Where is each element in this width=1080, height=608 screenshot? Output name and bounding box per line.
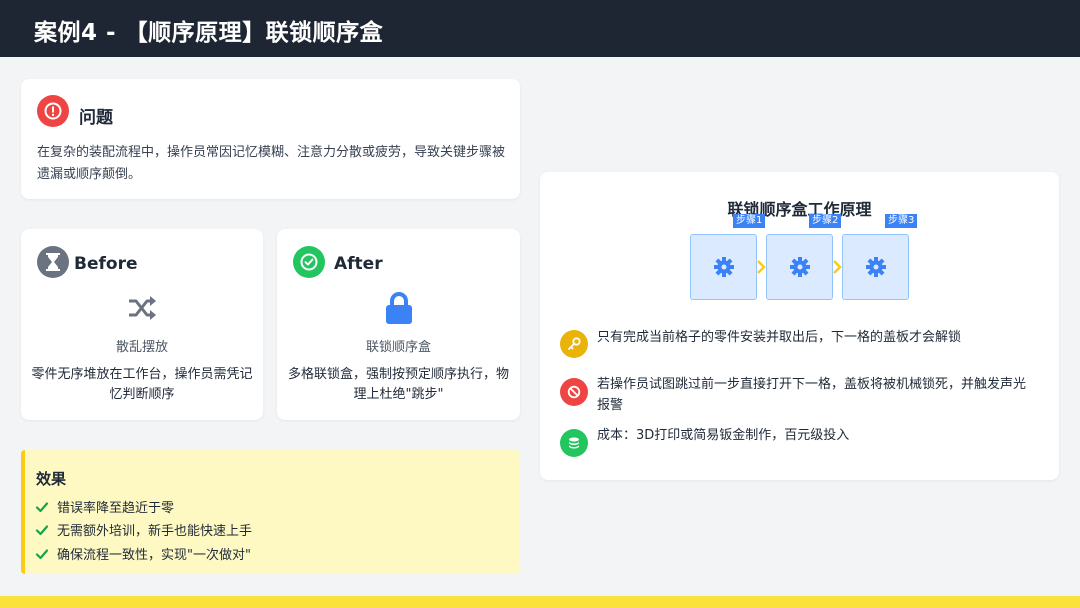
check-icon [35,501,49,512]
hourglass-icon [37,246,69,278]
before-card: Before 散乱摆放 零件无序堆放在工作台，操作员需凭记忆判断顺序 [21,229,263,420]
feature-text: 成本：3D打印或简易钣金制作，百元级投入 [597,428,850,443]
effect-item-text: 无需额外培训，新手也能快速上手 [57,524,253,539]
check-icon [35,524,49,535]
effect-title: 效果 [36,470,67,488]
step-compartment [842,234,909,300]
chevron-right-icon [833,260,842,274]
principle-title: 联锁顺序盒工作原理 [727,200,872,219]
problem-card: 问题 在复杂的装配流程中，操作员常因记忆模糊、注意力分散或疲劳，导致关键步骤被遗… [21,79,520,199]
after-card: After 联锁顺序盒 多格联锁盒，强制按预定顺序执行，物理上杜绝"跳步" [277,229,520,420]
key-icon [560,330,588,358]
step-label: 步骤1 [733,214,766,228]
step-compartment [766,234,833,300]
effect-panel: 效果 错误率降至趋近于零 无需额外培训，新手也能快速上手 确保流程一致性，实现"… [21,450,520,574]
gear-icon [713,257,734,277]
lock-icon [277,292,520,326]
principle-card: 联锁顺序盒工作原理 步骤1 步骤2 步骤3 只有完成当前格子的零件安装并取出后，… [540,172,1059,480]
effect-item-text: 错误率降至趋近于零 [57,501,175,516]
problem-description: 在复杂的装配流程中，操作员常因记忆模糊、注意力分散或疲劳，导致关键步骤被遗漏或顺… [37,145,506,182]
step-label: 步骤2 [809,214,842,228]
exclamation-icon [37,95,69,127]
check-icon [35,548,49,559]
effect-item-text: 确保流程一致性，实现"一次做对" [57,548,251,563]
effect-item: 无需额外培训，新手也能快速上手 [35,520,252,539]
before-title: Before [74,254,138,274]
shuffle-icon [21,292,263,326]
effect-item: 错误率降至趋近于零 [35,497,174,516]
ban-icon [560,378,588,406]
check-circle-icon [293,246,325,278]
bottom-accent-bar [0,596,1080,608]
after-subtitle: 联锁顺序盒 [365,340,431,355]
before-subtitle: 散乱摆放 [115,340,168,355]
after-title: After [334,254,383,274]
problem-title: 问题 [79,108,113,128]
after-description: 多格联锁盒，强制按预定顺序执行，物理上杜绝"跳步" [287,367,509,402]
gear-icon [865,257,886,277]
chevron-right-icon [757,260,766,274]
page-title: 案例4 - 【顺序原理】联锁顺序盒 [34,20,384,46]
gear-icon [789,257,810,277]
effect-item: 确保流程一致性，实现"一次做对" [35,544,251,563]
step-compartment [690,234,757,300]
step-label: 步骤3 [885,214,918,228]
feature-text: 若操作员试图跳过前一步直接打开下一格，盖板将被机械锁死，并触发声光报警 [597,377,1027,413]
feature-text: 只有完成当前格子的零件安装并取出后，下一格的盖板才会解锁 [597,330,962,345]
coins-icon [560,429,588,457]
before-description: 零件无序堆放在工作台，操作员需凭记忆判断顺序 [31,367,253,402]
header-bar: 案例4 - 【顺序原理】联锁顺序盒 [0,0,1080,57]
